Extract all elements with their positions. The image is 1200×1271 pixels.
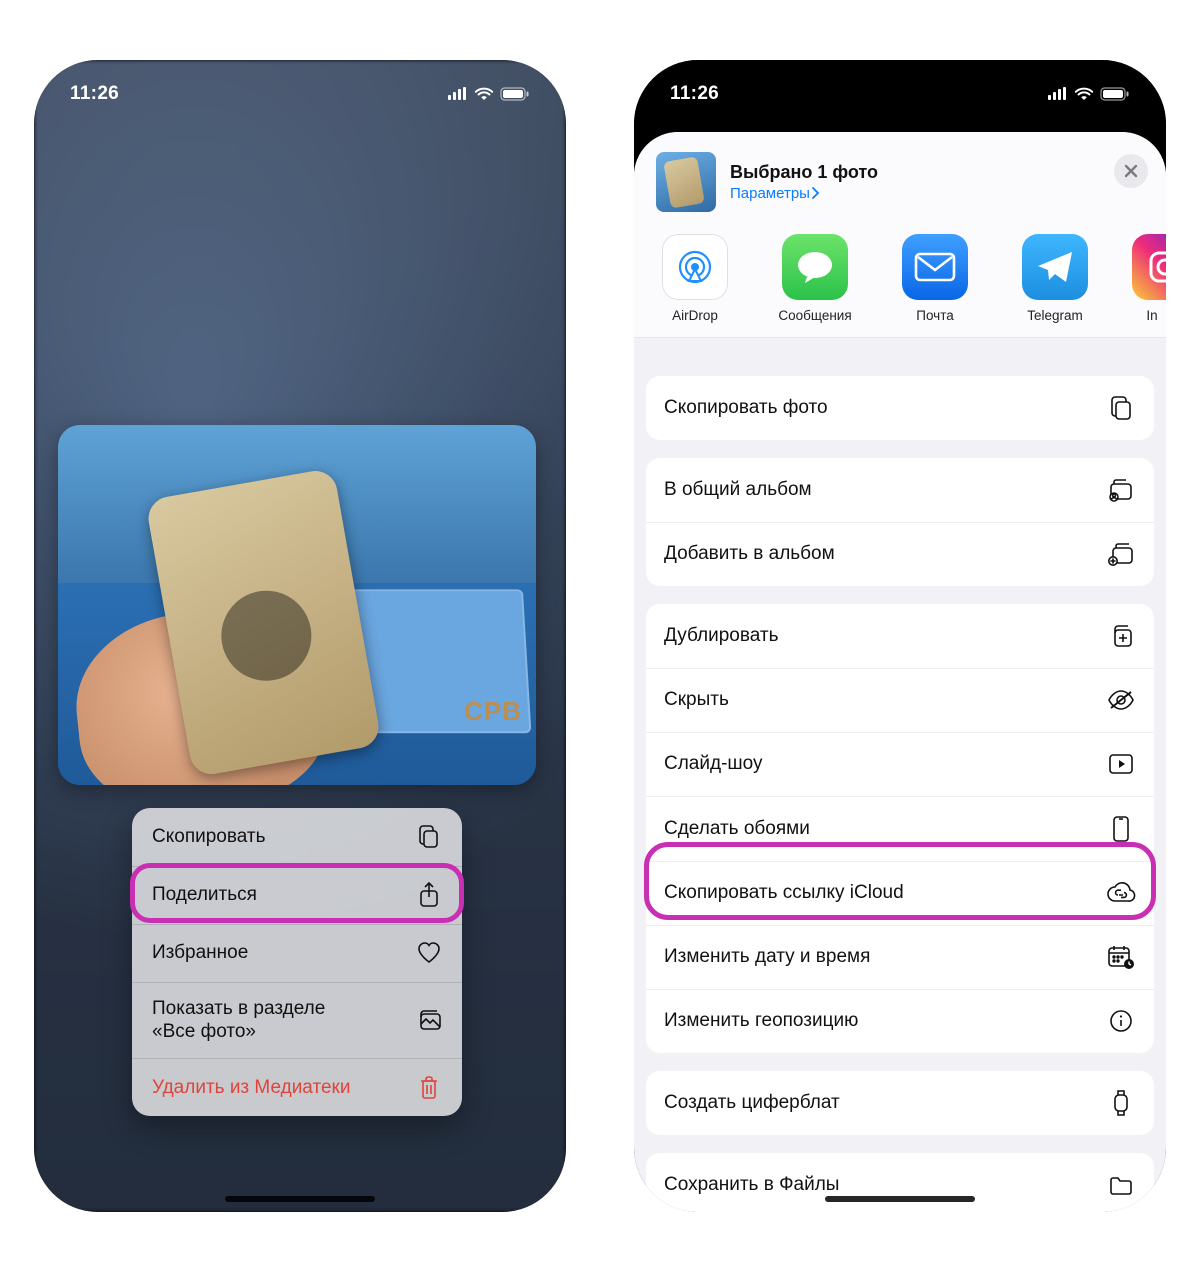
- action-edit-location[interactable]: Изменить геопозицию: [646, 989, 1154, 1053]
- menu-delete[interactable]: Удалить из Медиатеки: [132, 1058, 462, 1116]
- action-shared-album[interactable]: В общий альбом: [646, 458, 1154, 522]
- cloud-link-icon: [1106, 882, 1136, 904]
- photo-preview[interactable]: CPB: [58, 425, 536, 785]
- wifi-icon: [474, 87, 494, 101]
- status-indicators: [1048, 87, 1130, 101]
- sheet-actions-scroll[interactable]: Скопировать фото В общий альбом Добавить…: [634, 376, 1166, 1212]
- messages-icon: [795, 249, 835, 285]
- share-app-mail-label: Почта: [892, 308, 978, 323]
- watch-icon: [1106, 1089, 1136, 1117]
- menu-share[interactable]: Поделиться: [132, 866, 462, 924]
- copy-icon: [1106, 395, 1136, 421]
- sheet-header: Выбрано 1 фото Параметры: [634, 132, 1166, 226]
- action-hide[interactable]: Скрыть: [646, 668, 1154, 732]
- airdrop-icon: [673, 245, 717, 289]
- share-app-airdrop[interactable]: AirDrop: [652, 234, 738, 323]
- share-app-airdrop-label: AirDrop: [652, 308, 738, 323]
- mail-icon: [914, 252, 956, 282]
- menu-delete-label: Удалить из Медиатеки: [152, 1076, 350, 1100]
- calendar-clock-icon: [1106, 944, 1136, 970]
- photo-watermark: CPB: [464, 696, 522, 727]
- status-bar: 11:26: [634, 60, 1166, 114]
- share-app-telegram-label: Telegram: [1012, 308, 1098, 323]
- status-time: 11:26: [70, 83, 119, 105]
- add-album-icon: [1106, 542, 1136, 566]
- share-app-messages-label: Сообщения: [772, 308, 858, 323]
- sheet-options-link[interactable]: Параметры: [730, 185, 878, 202]
- menu-share-label: Поделиться: [152, 883, 257, 907]
- share-app-messages[interactable]: Сообщения: [772, 234, 858, 323]
- share-icon: [416, 882, 442, 908]
- menu-favorite-label: Избранное: [152, 941, 248, 965]
- action-copy-photo[interactable]: Скопировать фото: [646, 376, 1154, 440]
- battery-icon: [500, 87, 530, 101]
- close-button[interactable]: [1114, 154, 1148, 188]
- heart-icon: [416, 942, 442, 964]
- menu-copy-label: Скопировать: [152, 825, 265, 849]
- selected-photo-thumb[interactable]: [656, 152, 716, 212]
- action-wallpaper[interactable]: Сделать обоями: [646, 796, 1154, 861]
- cellular-icon: [448, 87, 468, 100]
- action-edit-date[interactable]: Изменить дату и время: [646, 925, 1154, 989]
- share-app-instagram[interactable]: In: [1132, 234, 1166, 323]
- phone-right: 11:26 Выбрано 1 фото Параметры: [634, 60, 1166, 1212]
- telegram-icon: [1035, 249, 1075, 285]
- home-indicator[interactable]: [825, 1196, 975, 1202]
- action-slideshow[interactable]: Слайд-шоу: [646, 732, 1154, 796]
- phone-left: 11:26 CPB Скопировать Поделиться: [34, 60, 566, 1212]
- chevron-right-icon: [812, 187, 820, 199]
- stack-photos-icon: [416, 1009, 442, 1031]
- shared-album-icon: [1106, 478, 1136, 502]
- action-add-album[interactable]: Добавить в альбом: [646, 522, 1154, 586]
- instagram-icon: [1145, 247, 1166, 287]
- copy-icon: [416, 825, 442, 849]
- battery-icon: [1100, 87, 1130, 101]
- action-icloud-link[interactable]: Скопировать ссылку iCloud: [646, 861, 1154, 925]
- context-menu: Скопировать Поделиться Избранное Показат…: [132, 808, 462, 1117]
- action-save-files[interactable]: Сохранить в Файлы: [646, 1153, 1154, 1212]
- duplicate-icon: [1106, 623, 1136, 649]
- menu-show-all-label: Показать в разделе «Все фото»: [152, 997, 325, 1045]
- folder-icon: [1106, 1174, 1136, 1196]
- eye-slash-icon: [1106, 690, 1136, 710]
- menu-copy[interactable]: Скопировать: [132, 808, 462, 866]
- status-time: 11:26: [670, 83, 719, 105]
- status-indicators: [448, 87, 530, 101]
- share-app-telegram[interactable]: Telegram: [1012, 234, 1098, 323]
- share-app-instagram-label: In: [1132, 308, 1166, 323]
- close-icon: [1124, 164, 1138, 178]
- share-sheet: Выбрано 1 фото Параметры AirDrop: [634, 132, 1166, 1212]
- trash-icon: [416, 1076, 442, 1100]
- info-icon: [1106, 1009, 1136, 1033]
- menu-favorite[interactable]: Избранное: [132, 924, 462, 982]
- sheet-title: Выбрано 1 фото: [730, 162, 878, 183]
- action-watch-face[interactable]: Создать циферблат: [646, 1071, 1154, 1135]
- cellular-icon: [1048, 87, 1068, 100]
- play-rect-icon: [1106, 753, 1136, 775]
- status-bar: 11:26: [34, 60, 566, 114]
- share-apps-row[interactable]: AirDrop Сообщения Почта Telegram: [634, 226, 1166, 338]
- share-app-mail[interactable]: Почта: [892, 234, 978, 323]
- iphone-icon: [1106, 815, 1136, 843]
- home-indicator[interactable]: [225, 1196, 375, 1202]
- action-duplicate[interactable]: Дублировать: [646, 604, 1154, 668]
- menu-show-in-all-photos[interactable]: Показать в разделе «Все фото»: [132, 982, 462, 1059]
- wifi-icon: [1074, 87, 1094, 101]
